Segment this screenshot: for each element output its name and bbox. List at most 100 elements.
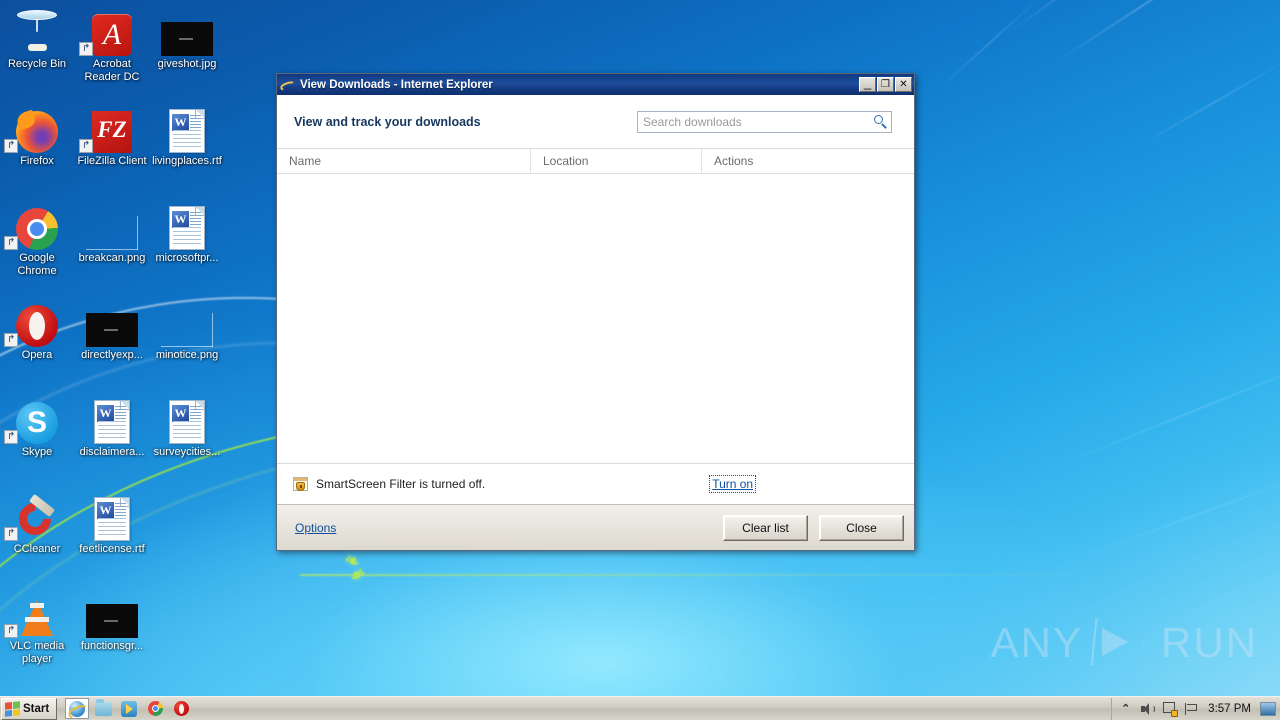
light-streak — [933, 0, 1046, 94]
doc-icon: W — [150, 198, 224, 250]
faint-icon — [150, 295, 224, 347]
black-icon — [75, 586, 149, 638]
smartscreen-turn-on-link[interactable]: Turn on — [709, 475, 757, 493]
light-streak — [1044, 346, 1280, 472]
desktop-icon[interactable]: Recycle Bin — [0, 4, 74, 71]
doc-icon: W — [75, 392, 149, 444]
firefox-icon — [0, 101, 74, 153]
light-streak — [1069, 464, 1280, 562]
maximize-icon: ❐ — [881, 78, 890, 90]
close-button[interactable]: ✕ — [895, 77, 912, 92]
desktop[interactable]: ❧ ❧ Recycle BinAcrobat Reader DCgiveshot… — [0, 0, 1280, 720]
column-header-name[interactable]: Name — [277, 148, 530, 174]
desktop-icon-label: disclaimera... — [79, 446, 145, 458]
downloads-header: View and track your downloads — [277, 95, 914, 148]
page-title: View and track your downloads — [294, 114, 481, 129]
minimize-button[interactable]: _ — [859, 75, 876, 92]
column-header-actions[interactable]: Actions — [701, 148, 914, 174]
desktop-icon-label: giveshot.jpg — [157, 58, 217, 70]
footer-buttons: Clear list Close — [723, 514, 904, 541]
opera-icon — [173, 701, 189, 716]
desktop-icon[interactable]: Wfeetlicense.rtf — [75, 489, 149, 556]
doc-icon: W — [150, 101, 224, 153]
options-link[interactable]: Options — [295, 521, 336, 535]
taskbar-item-media-player[interactable] — [117, 698, 141, 719]
desktop-icon[interactable]: CCleaner — [0, 489, 74, 556]
taskbar-item-opera[interactable] — [169, 698, 193, 719]
taskbar-item-internet-explorer[interactable] — [65, 698, 90, 719]
downloads-column-headers: Name Location Actions — [277, 148, 914, 174]
desktop-icon-label: Google Chrome — [17, 252, 57, 277]
internet-explorer-icon — [279, 78, 297, 92]
taskbar-quicklaunch[interactable] — [65, 698, 193, 719]
window-controls[interactable]: _ ❐ ✕ — [859, 75, 912, 92]
desktop-icon[interactable]: Acrobat Reader DC — [75, 4, 149, 83]
search-input[interactable] — [643, 114, 873, 129]
desktop-icon-label: surveycities... — [153, 446, 221, 458]
recycle-icon — [0, 4, 74, 56]
desktop-icon-label: feetlicense.rtf — [79, 543, 145, 555]
desktop-icon[interactable]: VLC media player — [0, 586, 74, 665]
clear-list-button[interactable]: Clear list — [723, 514, 808, 541]
desktop-icon[interactable]: minotice.png — [150, 295, 224, 362]
desktop-icon-label: Acrobat Reader DC — [84, 58, 140, 83]
doc-icon: W — [75, 489, 149, 541]
start-button[interactable]: Start — [1, 697, 58, 720]
taskbar-item-windows-explorer[interactable] — [91, 698, 115, 719]
desktop-icon[interactable]: functionsgr... — [75, 586, 149, 653]
window-footer: Options Clear list Close — [277, 504, 914, 550]
shortcut-arrow-icon — [4, 236, 18, 250]
column-header-location[interactable]: Location — [530, 148, 701, 174]
volume-icon[interactable] — [1140, 701, 1156, 716]
desktop-icon[interactable]: Wmicrosoftpr... — [150, 198, 224, 265]
desktop-icon[interactable]: Wlivingplaces.rtf — [150, 101, 224, 168]
desktop-icon[interactable]: FileZilla Client — [75, 101, 149, 168]
close-icon: ✕ — [899, 78, 908, 90]
light-streak — [1047, 0, 1242, 68]
desktop-icon[interactable]: Wdisclaimera... — [75, 392, 149, 459]
maximize-button[interactable]: ❐ — [877, 77, 894, 92]
shortcut-arrow-icon — [4, 430, 18, 444]
clock[interactable]: 3:57 PM — [1206, 703, 1253, 715]
desktop-icon-label: microsoftpr... — [155, 252, 219, 264]
shortcut-arrow-icon — [4, 139, 18, 153]
smartscreen-message: SmartScreen Filter is turned off. — [316, 477, 486, 491]
opera-icon — [0, 295, 74, 347]
desktop-icon-label: breakcan.png — [78, 252, 146, 264]
system-tray[interactable]: ⌃ 3:57 PM — [1111, 697, 1280, 720]
window-titlebar[interactable]: View Downloads - Internet Explorer _ ❐ ✕ — [277, 74, 914, 95]
shortcut-arrow-icon — [4, 624, 18, 638]
search-icon[interactable] — [873, 114, 888, 129]
close-window-button[interactable]: Close — [819, 514, 904, 541]
minimize-icon: _ — [863, 75, 872, 90]
downloads-list[interactable] — [277, 174, 914, 464]
desktop-icon[interactable]: Skype — [0, 392, 74, 459]
desktop-icon-label: VLC media player — [9, 640, 65, 665]
smartscreen-shield-icon — [293, 476, 309, 492]
desktop-icon[interactable]: Firefox — [0, 101, 74, 168]
action-center-icon[interactable] — [1162, 701, 1178, 717]
desktop-icon[interactable]: breakcan.png — [75, 198, 149, 265]
folder-icon — [94, 698, 112, 716]
search-box[interactable] — [637, 110, 892, 133]
view-downloads-window[interactable]: View Downloads - Internet Explorer _ ❐ ✕… — [276, 73, 915, 551]
desktop-icon[interactable]: directlyexp... — [75, 295, 149, 362]
show-hidden-icons-chevron-icon[interactable]: ⌃ — [1118, 701, 1133, 716]
smartscreen-notice: SmartScreen Filter is turned off. Turn o… — [277, 464, 914, 504]
black-icon — [75, 295, 149, 347]
shortcut-arrow-icon — [4, 527, 18, 541]
taskbar[interactable]: Start ⌃ 3:57 PM — [0, 696, 1280, 720]
show-desktop-button[interactable] — [1260, 701, 1276, 716]
desktop-icon-label: functionsgr... — [80, 640, 144, 652]
desktop-icon[interactable]: Google Chrome — [0, 198, 74, 277]
shortcut-arrow-icon — [79, 139, 93, 153]
taskbar-item-google-chrome[interactable] — [143, 698, 167, 719]
desktop-icon[interactable]: Opera — [0, 295, 74, 362]
start-label: Start — [23, 702, 50, 715]
light-streak — [1129, 55, 1280, 152]
desktop-icon-label: Firefox — [20, 155, 54, 167]
desktop-icon-label: FileZilla Client — [77, 155, 147, 167]
desktop-icon[interactable]: Wsurveycities... — [150, 392, 224, 459]
desktop-icon[interactable]: giveshot.jpg — [150, 4, 224, 71]
network-flag-icon[interactable] — [1184, 701, 1199, 716]
